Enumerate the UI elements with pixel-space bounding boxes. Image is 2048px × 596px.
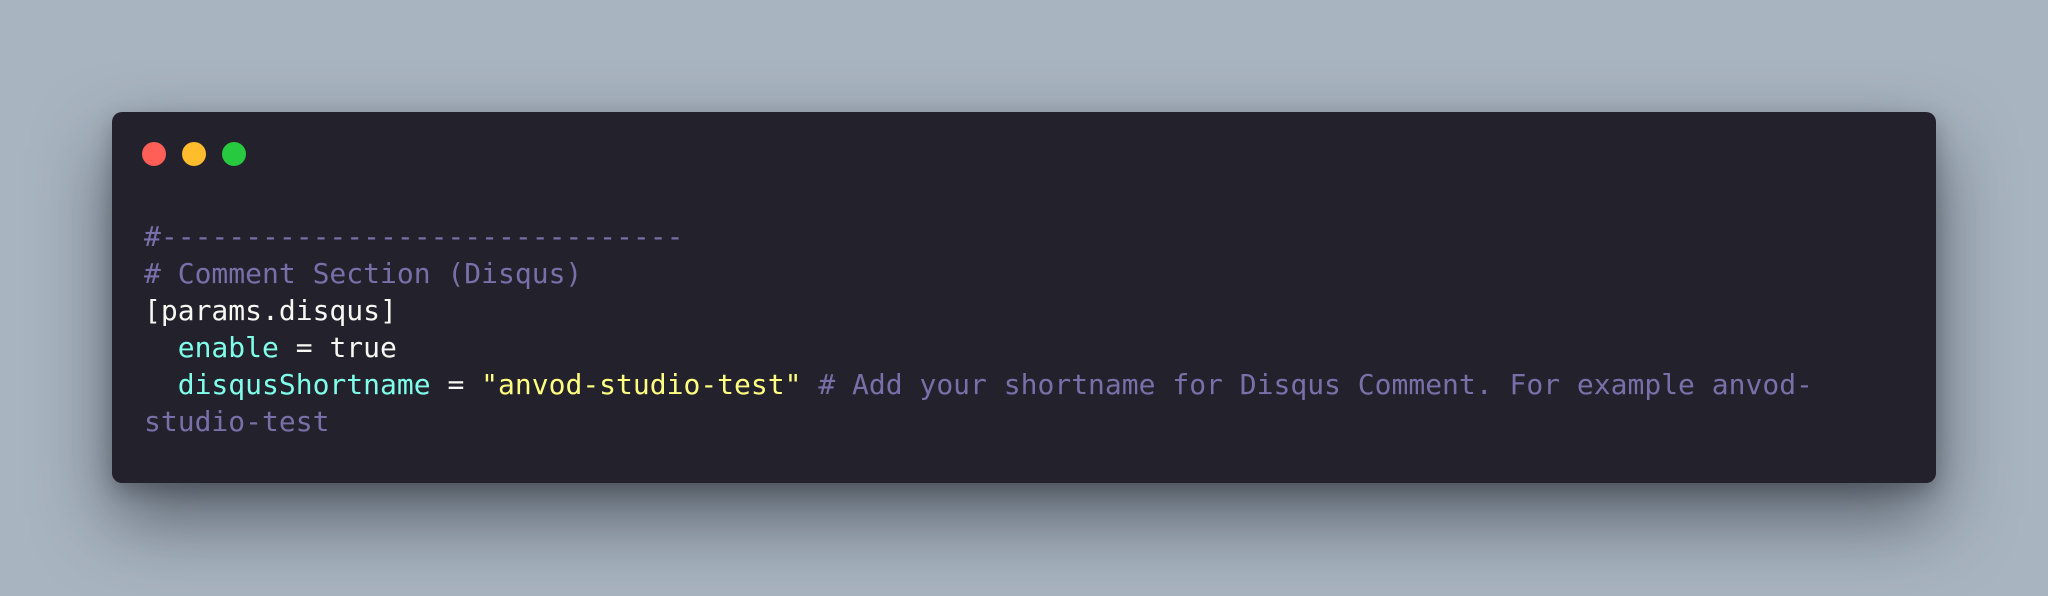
config-key-shortname: disqusShortname	[177, 368, 431, 401]
code-line-3: [params.disqus]	[144, 292, 1904, 329]
assign-operator: =	[430, 368, 482, 401]
inline-comment: # Add your shortname for Disqus Comment.…	[801, 368, 1813, 401]
code-line-4: enable = true	[144, 329, 1904, 366]
config-key-enable: enable	[177, 331, 279, 364]
comment-divider: #-------------------------------	[144, 220, 684, 253]
window-controls	[142, 142, 246, 166]
code-block: #------------------------------- # Commen…	[144, 218, 1904, 440]
assign-operator: =	[278, 331, 330, 364]
code-line-6: studio-test	[144, 403, 1904, 440]
config-value-enable: true	[329, 331, 397, 364]
close-dot-icon[interactable]	[142, 142, 166, 166]
maximize-dot-icon[interactable]	[222, 142, 246, 166]
code-window: #------------------------------- # Commen…	[112, 112, 1936, 483]
code-line-2: # Comment Section (Disqus)	[144, 255, 1904, 292]
inline-comment-wrap: studio-test	[144, 405, 330, 438]
minimize-dot-icon[interactable]	[182, 142, 206, 166]
table-header: [params.disqus]	[144, 294, 397, 327]
code-line-1: #-------------------------------	[144, 218, 1904, 255]
code-line-5: disqusShortname = "anvod-studio-test" # …	[144, 366, 1904, 403]
comment-section-title: # Comment Section (Disqus)	[144, 257, 583, 290]
config-value-shortname: "anvod-studio-test"	[481, 368, 802, 401]
